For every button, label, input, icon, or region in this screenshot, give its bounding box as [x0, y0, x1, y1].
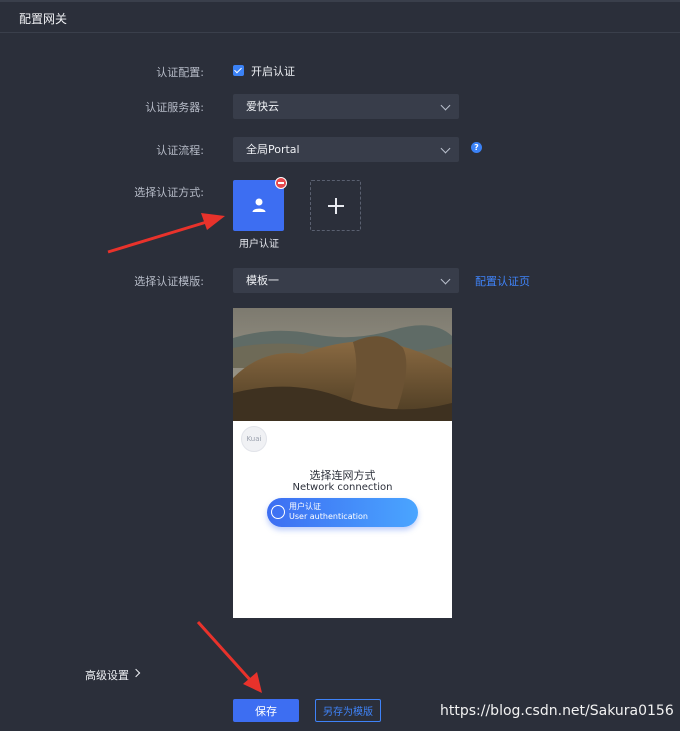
annotation-arrows	[107, 213, 262, 693]
annotation-arrow-2	[196, 620, 262, 693]
annotation-arrow-1	[107, 213, 225, 254]
